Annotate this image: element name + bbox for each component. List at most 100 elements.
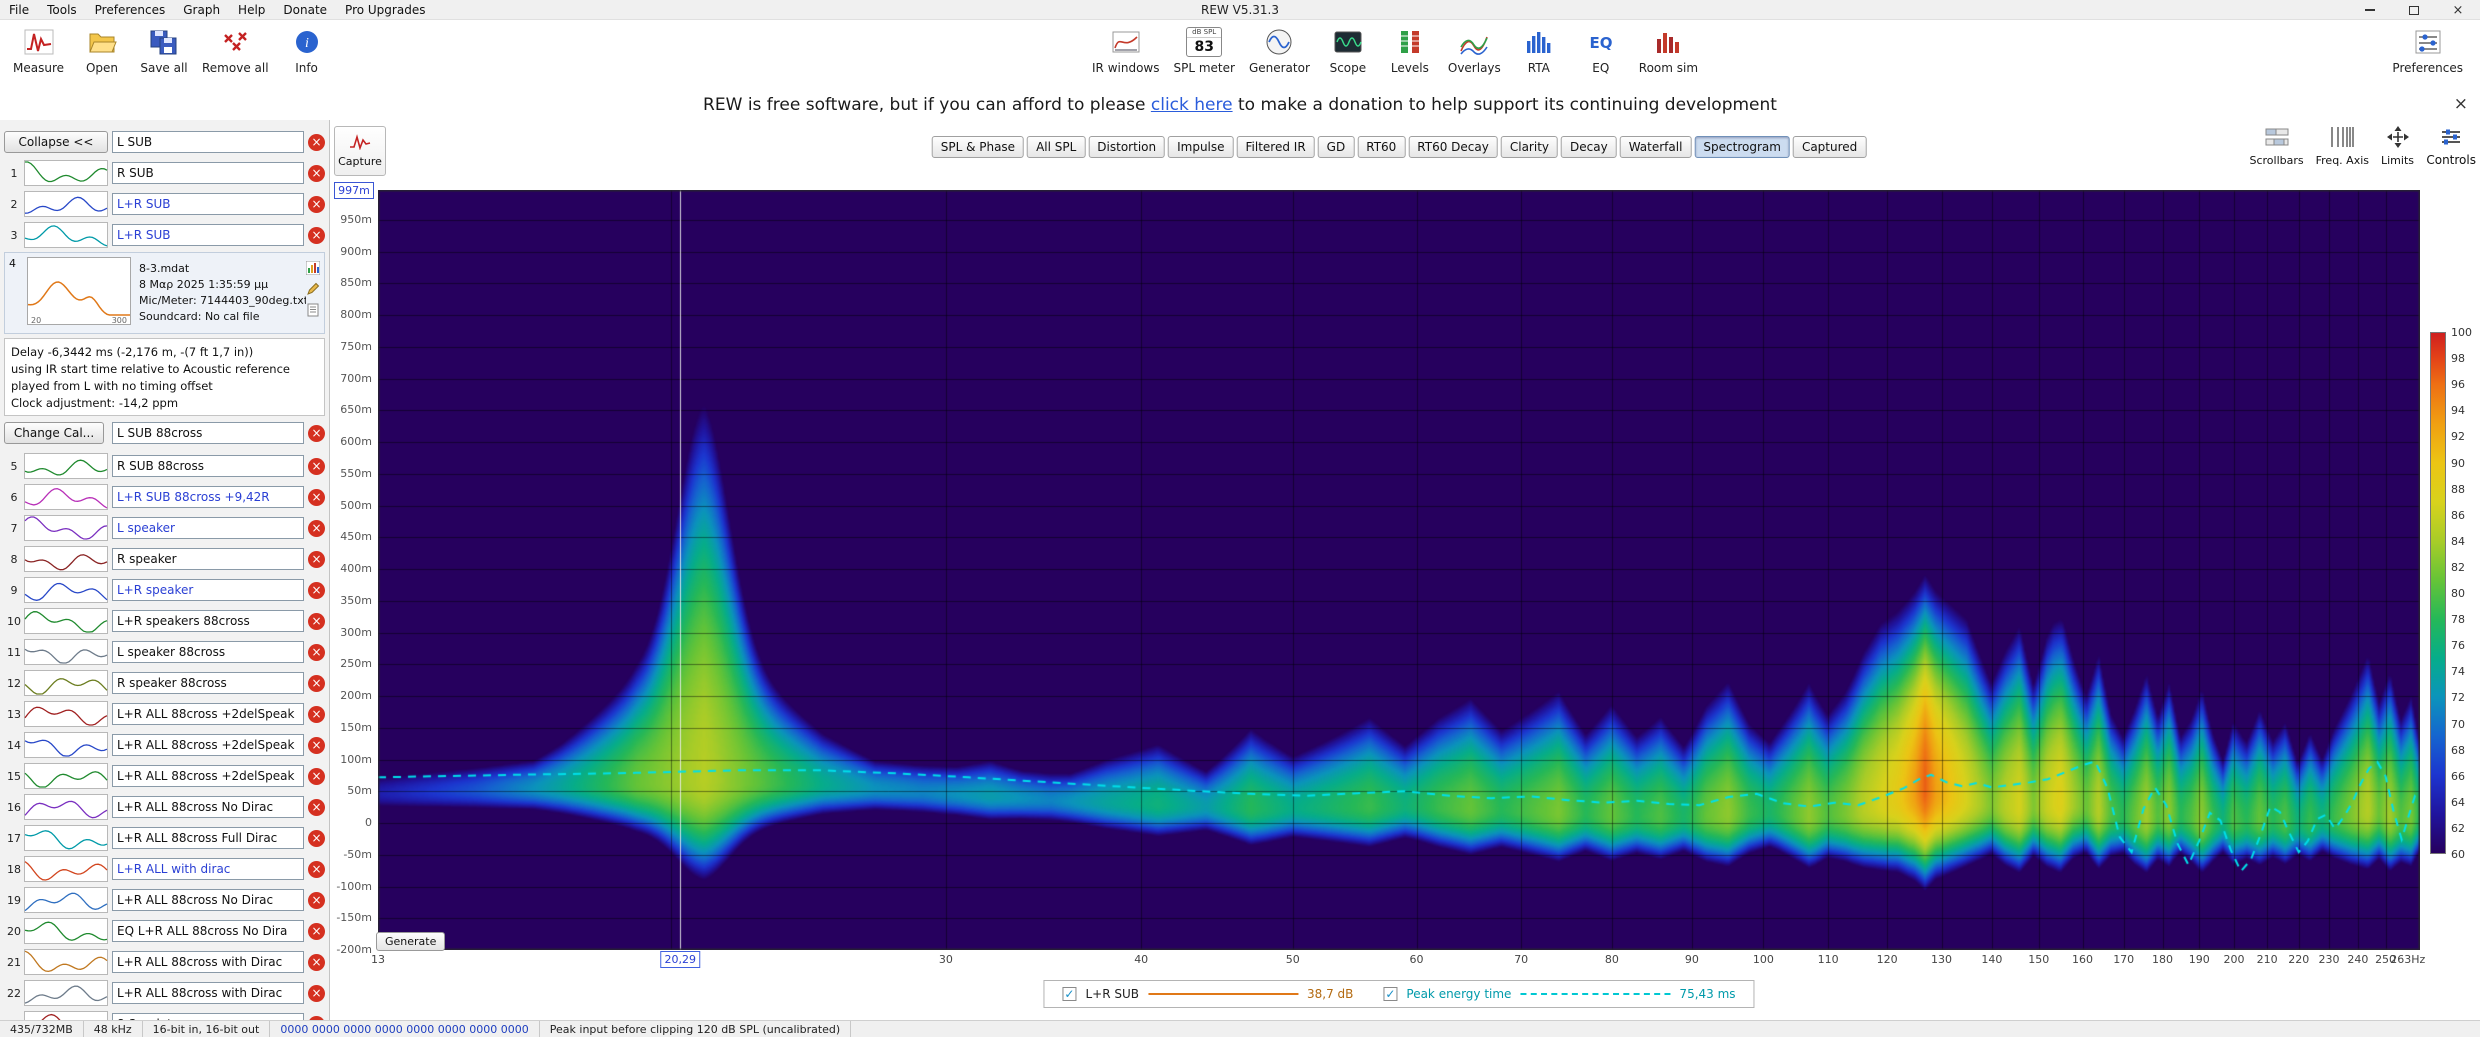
measurement-name-field[interactable]: L+R speakers 88cross [112,610,304,632]
menu-graph[interactable]: Graph [174,0,229,20]
measurement-name-field[interactable]: L+R SUB [112,193,304,215]
delete-measurement-button[interactable]: × [308,829,325,847]
menu-help[interactable]: Help [229,0,274,20]
measurement-name-field[interactable]: L+R speaker [112,579,304,601]
measurement-name-field[interactable]: L+R ALL 88cross with Dirac [112,982,304,1004]
delete-measurement-button[interactable]: × [308,164,325,182]
measurement-name-field[interactable]: R SUB [112,162,304,184]
measurement-row[interactable]: 10 L+R speakers 88cross × [4,607,325,635]
delete-measurement-button[interactable]: × [308,736,325,754]
toolbar-button-ir-windows[interactable]: IR windows [1085,23,1166,75]
measurement-name-field[interactable]: L+R SUB [112,224,304,246]
menu-donate[interactable]: Donate [274,0,336,20]
banner-close-icon[interactable]: × [2454,94,2468,114]
legend-checkbox[interactable]: ✓ [1062,987,1077,1001]
close-button[interactable]: × [2436,0,2480,20]
tab-clarity[interactable]: Clarity [1500,136,1559,158]
measurement-name-field[interactable]: L+R ALL 88cross Full Dirac [112,827,304,849]
notes-icon[interactable] [306,303,320,320]
measurement-row[interactable]: 2 L+R SUB × [4,190,325,218]
toolbar-button-rta[interactable]: RTA [1508,23,1570,75]
collapse-button[interactable]: Collapse << [4,131,108,153]
tab-captured[interactable]: Captured [1792,136,1867,158]
capture-button[interactable]: Capture [334,126,386,176]
delete-measurement-button[interactable]: × [308,133,325,151]
delete-measurement-button[interactable]: × [308,424,325,442]
tab-impulse[interactable]: Impulse [1168,136,1234,158]
pencil-icon[interactable] [306,282,320,299]
donation-link[interactable]: click here [1151,95,1233,115]
generate-button[interactable]: Generate [376,932,446,951]
tab-distortion[interactable]: Distortion [1088,136,1166,158]
measurement-name-field[interactable]: L speaker [112,517,304,539]
delete-measurement-button[interactable]: × [308,798,325,816]
delete-measurement-button[interactable]: × [308,891,325,909]
menu-tools[interactable]: Tools [38,0,86,20]
measurement-row[interactable]: 12 R speaker 88cross × [4,669,325,697]
view-button-limits[interactable]: Limits [2381,124,2414,167]
delete-measurement-button[interactable]: × [308,860,325,878]
minimize-button[interactable] [2348,0,2392,20]
measurement-name-field[interactable]: L+R ALL 88cross No Dirac [112,889,304,911]
toolbar-button-open[interactable]: Open [71,23,133,75]
measurement-name-field[interactable]: R speaker [112,548,304,570]
toolbar-button-remove-all[interactable]: Remove all [195,23,276,75]
delete-measurement-button[interactable]: × [308,519,325,537]
toolbar-button-spl-meter[interactable]: dB SPL 83 SPL meter [1166,23,1241,75]
spectrogram-canvas[interactable] [378,190,2420,950]
toolbar-button-scope[interactable]: Scope [1317,23,1379,75]
measurement-name-field[interactable]: EQ L+R ALL 88cross No Dira [112,920,304,942]
toolbar-button-eq[interactable]: EQ EQ [1570,23,1632,75]
tab-spl-phase[interactable]: SPL & Phase [931,136,1025,158]
menu-file[interactable]: File [0,0,38,20]
delete-measurement-button[interactable]: × [308,195,325,213]
measurement-name-field[interactable]: L+R ALL 88cross +2delSpeak [112,734,304,756]
measurement-row[interactable]: Collapse << L SUB × [4,128,325,156]
view-button-freq-axis[interactable]: Freq. Axis [2316,124,2369,167]
delete-measurement-button[interactable]: × [308,767,325,785]
measurement-row[interactable]: 16 L+R ALL 88cross No Dirac × [4,793,325,821]
tab-decay[interactable]: Decay [1561,136,1617,158]
toolbar-button-generator[interactable]: Generator [1242,23,1317,75]
tab-gd[interactable]: GD [1317,136,1355,158]
toolbar-button-preferences[interactable]: Preferences [2385,23,2470,75]
delete-measurement-button[interactable]: × [308,457,325,475]
toolbar-button-levels[interactable]: Levels [1379,23,1441,75]
delete-measurement-button[interactable]: × [308,922,325,940]
measurement-row[interactable]: 14 L+R ALL 88cross +2delSpeak × [4,731,325,759]
measurement-name-field[interactable]: L SUB [112,131,304,153]
tab-rt60-decay[interactable]: RT60 Decay [1408,136,1498,158]
measurement-name-field[interactable]: R SUB 88cross [112,455,304,477]
controls-button[interactable]: Controls [2426,124,2476,167]
measurement-row[interactable]: 22 L+R ALL 88cross with Dirac × [4,979,325,1007]
change-cal-button[interactable]: Change Cal... [4,422,104,444]
measurement-row[interactable]: 11 L speaker 88cross × [4,638,325,666]
toolbar-button-overlays[interactable]: Overlays [1441,23,1508,75]
delete-measurement-button[interactable]: × [308,612,325,630]
delete-measurement-button[interactable]: × [308,550,325,568]
delete-measurement-button[interactable]: × [308,674,325,692]
measurement-name-field[interactable]: L+R ALL 88cross No Dirac [112,796,304,818]
cursor-frequency-readout[interactable]: 20,29 [660,951,701,968]
measurement-row[interactable]: 19 L+R ALL 88cross No Dirac × [4,886,325,914]
tab-all-spl[interactable]: All SPL [1027,136,1086,158]
toolbar-button-measure[interactable]: Measure [6,23,71,75]
tab-waterfall[interactable]: Waterfall [1619,136,1692,158]
measurement-row[interactable]: 15 L+R ALL 88cross +2delSpeak × [4,762,325,790]
measurement-name-field[interactable]: L+R ALL with dirac [112,858,304,880]
measurement-row[interactable]: 9 L+R speaker × [4,576,325,604]
legend-checkbox[interactable]: ✓ [1383,987,1398,1001]
delete-measurement-button[interactable]: × [308,705,325,723]
delete-measurement-button[interactable]: × [308,488,325,506]
measurement-name-field[interactable]: 8-3.mdat [112,1013,304,1020]
measurement-name-field[interactable]: L+R ALL 88cross +2delSpeak [112,703,304,725]
measurement-row[interactable]: 7 L speaker × [4,514,325,542]
toolbar-button-save-all[interactable]: Save all [133,23,195,75]
measurement-row[interactable]: 8 R speaker × [4,545,325,573]
measurement-row[interactable]: 20 EQ L+R ALL 88cross No Dira × [4,917,325,945]
maximize-button[interactable] [2392,0,2436,20]
toolbar-button-room-sim[interactable]: Room sim [1632,23,1705,75]
chart-mini-icon[interactable] [305,260,321,278]
selected-measurement-panel[interactable]: 4 20 300 8-3.mdat 8 Μαρ 2025 1:35:59 μμ Mic/M… [4,252,325,334]
measurement-row[interactable]: 3 L+R SUB × [4,221,325,249]
